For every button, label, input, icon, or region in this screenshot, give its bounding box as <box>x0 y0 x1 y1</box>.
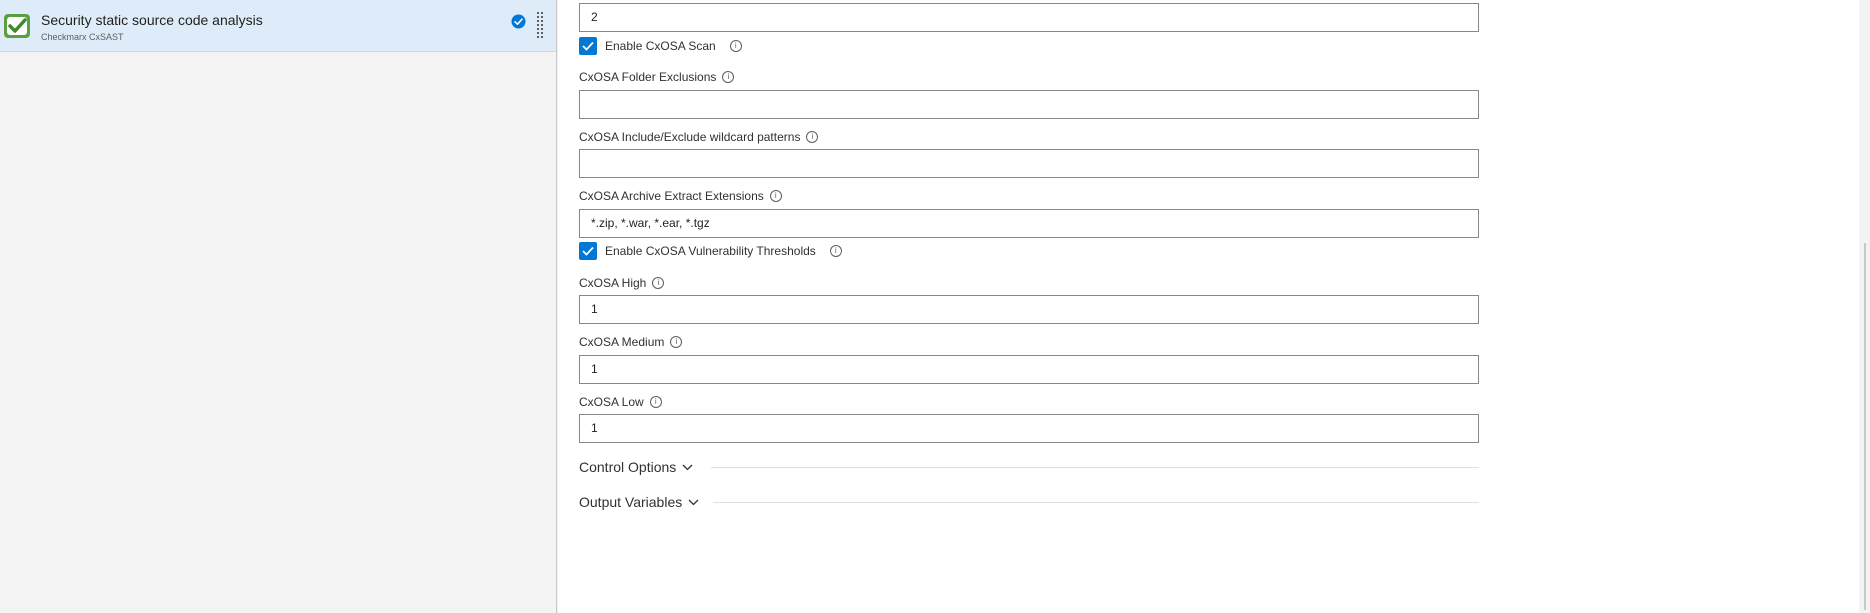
check-circle-icon <box>511 14 526 29</box>
medium-label: CxOSA Medium <box>579 335 665 349</box>
folder-exclusions-label: CxOSA Folder Exclusions <box>579 70 717 84</box>
scrollbar-thumb[interactable] <box>1864 243 1866 610</box>
task-item-security-analysis[interactable]: Security static source code analysis Che… <box>0 0 556 52</box>
checkmarx-task-icon <box>3 13 31 39</box>
info-icon[interactable]: i <box>652 276 665 289</box>
chevron-down-icon <box>682 458 693 474</box>
medium-label-row: CxOSA Medium i <box>579 335 683 349</box>
top-value-input[interactable]: 2 <box>579 3 1479 32</box>
enable-thresholds-label: Enable CxOSA Vulnerability Thresholds <box>605 244 816 258</box>
low-label-row: CxOSA Low i <box>579 395 662 409</box>
enable-cxosa-scan-label: Enable CxOSA Scan <box>605 39 716 53</box>
info-icon[interactable]: i <box>722 70 735 83</box>
section-divider <box>713 502 1479 503</box>
folder-exclusions-label-row: CxOSA Folder Exclusions i <box>579 70 735 84</box>
wildcard-patterns-input[interactable] <box>579 149 1479 178</box>
info-icon[interactable]: i <box>829 244 842 257</box>
control-options-label: Control Options <box>579 459 677 475</box>
high-label: CxOSA High <box>579 276 647 290</box>
info-icon[interactable]: i <box>729 39 742 52</box>
control-options-toggle[interactable]: Control Options <box>579 459 693 479</box>
output-variables-toggle[interactable]: Output Variables <box>579 494 699 514</box>
drag-handle-icon[interactable] <box>536 11 544 39</box>
medium-input[interactable]: 1 <box>579 355 1479 384</box>
task-title: Security static source code analysis <box>41 12 263 28</box>
task-subtitle: Checkmarx CxSAST <box>41 32 124 42</box>
wildcard-patterns-label-row: CxOSA Include/Exclude wildcard patterns i <box>579 130 819 144</box>
enable-thresholds-checkbox[interactable] <box>579 242 597 260</box>
task-list-pane: Security static source code analysis Che… <box>0 0 557 613</box>
archive-extensions-input[interactable]: *.zip, *.war, *.ear, *.tgz <box>579 209 1479 238</box>
archive-extensions-label-row: CxOSA Archive Extract Extensions i <box>579 189 782 203</box>
section-divider <box>711 467 1479 468</box>
chevron-down-icon <box>688 493 699 509</box>
info-icon[interactable]: i <box>670 335 683 348</box>
output-variables-label: Output Variables <box>579 494 683 510</box>
info-icon[interactable]: i <box>649 395 662 408</box>
low-label: CxOSA Low <box>579 395 644 409</box>
high-input[interactable]: 1 <box>579 295 1479 324</box>
folder-exclusions-input[interactable] <box>579 90 1479 119</box>
low-input[interactable]: 1 <box>579 414 1479 443</box>
info-icon[interactable]: i <box>806 130 819 143</box>
high-label-row: CxOSA High i <box>579 276 665 290</box>
wildcard-patterns-label: CxOSA Include/Exclude wildcard patterns <box>579 130 801 144</box>
archive-extensions-label: CxOSA Archive Extract Extensions <box>579 189 764 203</box>
enable-cxosa-scan-checkbox[interactable] <box>579 37 597 55</box>
info-icon[interactable]: i <box>769 189 782 202</box>
